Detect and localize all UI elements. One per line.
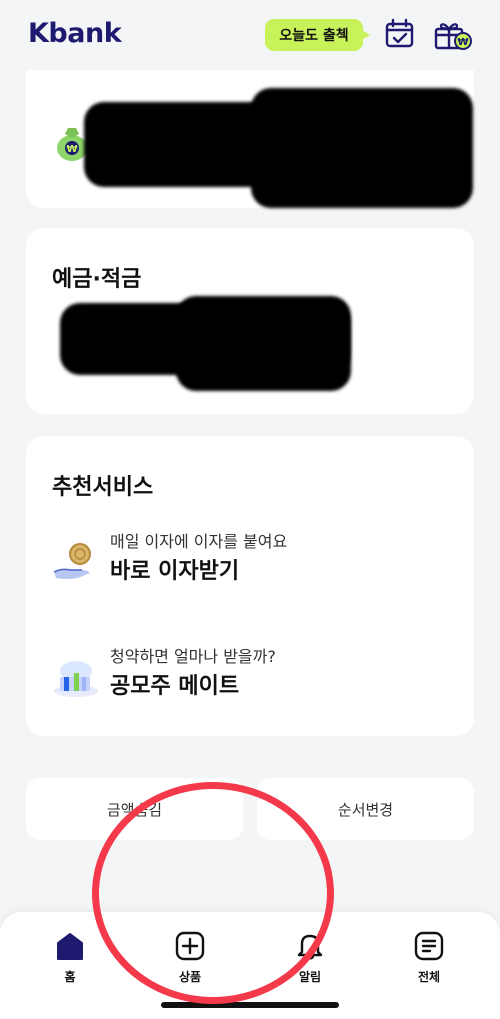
redacted-area — [176, 296, 351, 391]
gift-icon[interactable]: ₩ — [433, 17, 473, 51]
deposit-card[interactable]: 예금·적금 — [26, 228, 474, 414]
tab-label: 상품 — [178, 970, 202, 984]
hide-amount-label: 금액숨김 — [106, 800, 163, 819]
plus-square-icon — [175, 931, 205, 961]
bell-icon — [297, 934, 323, 960]
calendar-check-icon[interactable] — [383, 17, 417, 51]
redacted-area — [251, 88, 473, 208]
reorder-button[interactable]: 순서변경 — [257, 778, 474, 840]
reorder-label: 순서변경 — [337, 800, 394, 819]
building-icon — [54, 661, 98, 697]
service-subtitle: 매일 이자에 이자를 붙여요 — [110, 532, 288, 551]
svg-text:₩: ₩ — [457, 37, 468, 48]
coin-hand-icon — [53, 543, 91, 579]
recommend-title: 추천서비스 — [52, 475, 154, 500]
tab-all[interactable]: 전체 — [389, 930, 469, 990]
tab-notifications[interactable]: 알림 — [270, 930, 350, 990]
service-ipo-mate[interactable]: 청약하면 얼마나 받을까? 공모주 메이트 — [52, 643, 452, 713]
service-title: 바로 이자받기 — [110, 559, 240, 584]
hide-amount-button[interactable]: 금액숨김 — [26, 778, 243, 840]
attendance-label: 오늘도 출첵 — [279, 28, 349, 44]
deposit-title: 예금·적금 — [52, 267, 142, 292]
redacted-area — [84, 102, 274, 187]
home-icon — [57, 933, 83, 960]
home-indicator — [161, 1002, 339, 1008]
service-subtitle: 청약하면 얼마나 받을까? — [110, 647, 276, 666]
tab-products[interactable]: 상품 — [150, 930, 230, 990]
app-header: Kbank 오늘도 출첵 ₩ — [0, 0, 500, 70]
menu-list-icon — [414, 931, 444, 961]
tab-label: 알림 — [298, 970, 322, 984]
service-interest-daily[interactable]: 매일 이자에 이자를 붙여요 바로 이자받기 — [52, 528, 452, 598]
tab-home[interactable]: 홈 — [30, 930, 110, 990]
kbank-logo[interactable]: Kbank — [28, 18, 122, 49]
tab-label: 전체 — [417, 970, 441, 984]
tab-label: 홈 — [64, 970, 76, 984]
svg-text:₩: ₩ — [66, 144, 77, 155]
service-title: 공모주 메이트 — [110, 674, 240, 699]
attendance-button[interactable]: 오늘도 출첵 — [265, 19, 370, 51]
recommend-card: 추천서비스 매일 이자에 이자를 붙여요 바로 이자받기 청약하면 얼마나 받을… — [26, 436, 474, 736]
